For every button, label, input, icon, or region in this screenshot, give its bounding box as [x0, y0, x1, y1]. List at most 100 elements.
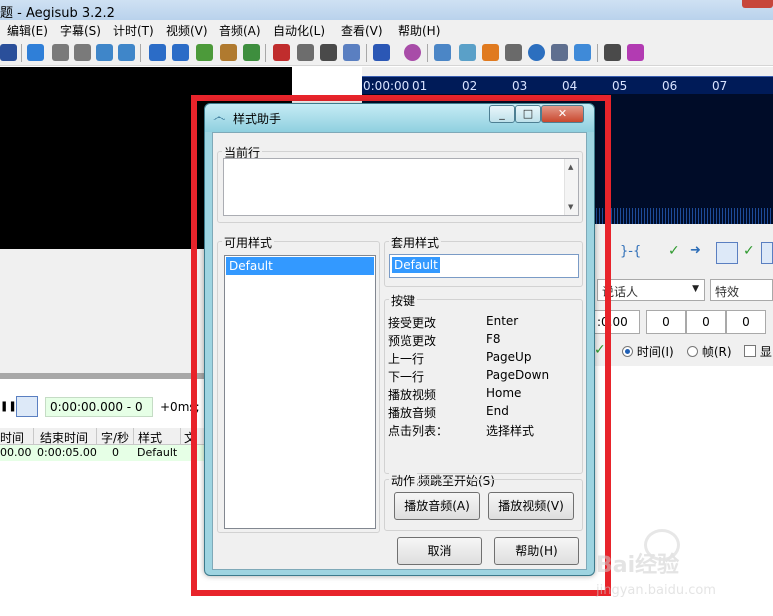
menu-timing[interactable]: 计时(T) — [113, 22, 154, 39]
style-list[interactable]: Default — [224, 255, 376, 529]
timeline-label: 0:00:00 — [363, 79, 410, 93]
timing-icon[interactable] — [459, 44, 476, 61]
toolbar-separator — [597, 44, 598, 62]
styling-assistant-dialog: ෴ 样式助手 _ □ ✕ 当前行 ▲ ▼ 可用样式 Default 套用样式 D… — [204, 103, 595, 576]
auto-scroll-toggle[interactable] — [761, 242, 773, 264]
clock-icon[interactable] — [528, 44, 545, 61]
margin-left-field[interactable]: 0 — [646, 310, 686, 334]
spellcheck-icon[interactable] — [574, 44, 591, 61]
key-action: 预览更改 — [388, 334, 437, 348]
show-original-check[interactable]: 显 — [744, 343, 772, 360]
key-binding: PageUp — [486, 350, 532, 364]
pause-icon[interactable]: ❚❚ — [0, 401, 17, 412]
row-start: 00.00 — [0, 446, 32, 459]
save-icon[interactable] — [0, 44, 17, 61]
jump-end-icon[interactable] — [118, 44, 135, 61]
col-end-time[interactable]: 结束时间 — [40, 429, 88, 446]
apply-style-input[interactable]: Default — [389, 254, 579, 278]
snap-start-icon[interactable] — [149, 44, 166, 61]
margin-vertical-field[interactable]: 0 — [726, 310, 766, 334]
effect-field[interactable]: 特效 — [710, 279, 773, 301]
menu-edit[interactable]: 编辑(E) — [7, 22, 48, 39]
timeline-label: 01 — [412, 79, 428, 93]
scrollbar[interactable]: ▲ ▼ — [564, 159, 578, 215]
maximize-button[interactable]: □ — [515, 105, 541, 123]
radio-frame[interactable]: 帧(R) — [687, 343, 732, 360]
audio-boundary-icon[interactable]: }-{ — [620, 244, 641, 259]
keyframe-icon[interactable] — [196, 44, 213, 61]
minimize-button[interactable]: _ — [489, 105, 515, 123]
key-action: 点击列表： — [388, 424, 449, 438]
menu-subtitle[interactable]: 字幕(S) — [60, 22, 101, 39]
key-binding: End — [486, 404, 509, 418]
zoom-in-icon[interactable] — [52, 44, 69, 61]
styling-assistant-icon[interactable] — [404, 44, 421, 61]
app-close-button[interactable] — [742, 0, 773, 8]
play-video-button[interactable]: 播放视频(V) — [488, 492, 574, 520]
grid-icon[interactable] — [243, 44, 260, 61]
menu-automation[interactable]: 自动化(L) — [273, 22, 325, 39]
dialog-titlebar[interactable]: ෴ 样式助手 _ □ ✕ — [205, 104, 594, 132]
snap-end-icon[interactable] — [172, 44, 189, 61]
col-cps[interactable]: 字/秒 — [101, 429, 129, 446]
tools-icon[interactable] — [604, 44, 621, 61]
cancel-button[interactable]: 取消 — [397, 537, 482, 565]
film-icon[interactable] — [220, 44, 237, 61]
key-action: 播放音频 — [388, 406, 437, 420]
audio-timeline[interactable]: 0:00:00 01 02 03 04 05 06 07 — [362, 76, 773, 94]
col-start-time[interactable]: 时间 — [0, 429, 24, 446]
scroll-up-icon[interactable]: ▲ — [568, 163, 573, 171]
show-original-box[interactable] — [744, 345, 756, 357]
audio-controls: }-{ ✓ ➜ ✓ — [594, 240, 773, 266]
toolbar-separator — [21, 44, 22, 62]
menu-view[interactable]: 查看(V) — [341, 22, 383, 39]
properties-icon[interactable] — [297, 44, 314, 61]
menu-audio[interactable]: 音频(A) — [219, 22, 261, 39]
radio-time-button[interactable] — [622, 346, 633, 357]
menu-help[interactable]: 帮助(H) — [398, 22, 440, 39]
col-style[interactable]: 样式 — [138, 429, 162, 446]
timeline-label: 07 — [712, 79, 728, 93]
play-audio-button[interactable]: 播放音频(A) — [394, 492, 480, 520]
margin-right-field[interactable]: 0 — [686, 310, 726, 334]
row-style: Default — [137, 446, 178, 459]
chevron-down-icon: ▼ — [692, 284, 699, 294]
shift-times-icon[interactable] — [434, 44, 451, 61]
find-icon[interactable] — [343, 44, 360, 61]
auto-commit-toggle[interactable] — [716, 242, 738, 264]
macro-icon[interactable] — [627, 44, 644, 61]
timeline-label: 04 — [562, 79, 578, 93]
watermark: Bai经验 jingyan.baidu.com — [596, 525, 773, 605]
apply-style-value: Default — [392, 257, 440, 273]
menu-video[interactable]: 视频(V) — [166, 22, 208, 39]
auto-next-icon[interactable]: ✓ — [743, 243, 755, 259]
radio-frame-button[interactable] — [687, 346, 698, 357]
radio-time[interactable]: 时间(I) — [622, 343, 674, 360]
app-icon: ෴ — [213, 110, 226, 125]
next-line-icon[interactable]: ➜ — [690, 243, 701, 258]
scroll-down-icon[interactable]: ▼ — [568, 203, 573, 211]
zoom-out-icon[interactable] — [74, 44, 91, 61]
auto-scroll-video-toggle[interactable] — [16, 396, 38, 417]
translation-icon[interactable] — [373, 44, 390, 61]
jump-start-icon[interactable] — [96, 44, 113, 61]
resample-icon[interactable] — [551, 44, 568, 61]
help-button[interactable]: 帮助(H) — [494, 537, 579, 565]
jump-arrow-icon[interactable] — [27, 44, 44, 61]
list-item[interactable]: Default — [226, 257, 374, 275]
subtitle-grid-header: 时间 结束时间 字/秒 样式 文本 — [0, 428, 205, 462]
watermark-url: jingyan.baidu.com — [596, 583, 716, 598]
forward-icon[interactable] — [482, 44, 499, 61]
watermark-text: Bai经验 — [596, 553, 680, 578]
font-icon[interactable] — [273, 44, 290, 61]
current-line-textbox[interactable]: ▲ ▼ — [223, 158, 579, 216]
video-time-field[interactable]: 0:00:00.000 - 0 — [45, 397, 153, 417]
commit-check-icon[interactable]: ✓ — [668, 243, 680, 259]
dialog-body: 当前行 ▲ ▼ 可用样式 Default 套用样式 Default 按键 接受更… — [212, 132, 587, 570]
actor-combo[interactable]: 说话人 ▼ — [597, 279, 705, 301]
row-cps: 0 — [112, 446, 119, 459]
attachments-icon[interactable] — [320, 44, 337, 61]
stop-icon[interactable] — [505, 44, 522, 61]
table-row[interactable]: 00.00 0:00:05.00 0 Default — [0, 445, 205, 461]
close-button[interactable]: ✕ — [541, 105, 584, 123]
